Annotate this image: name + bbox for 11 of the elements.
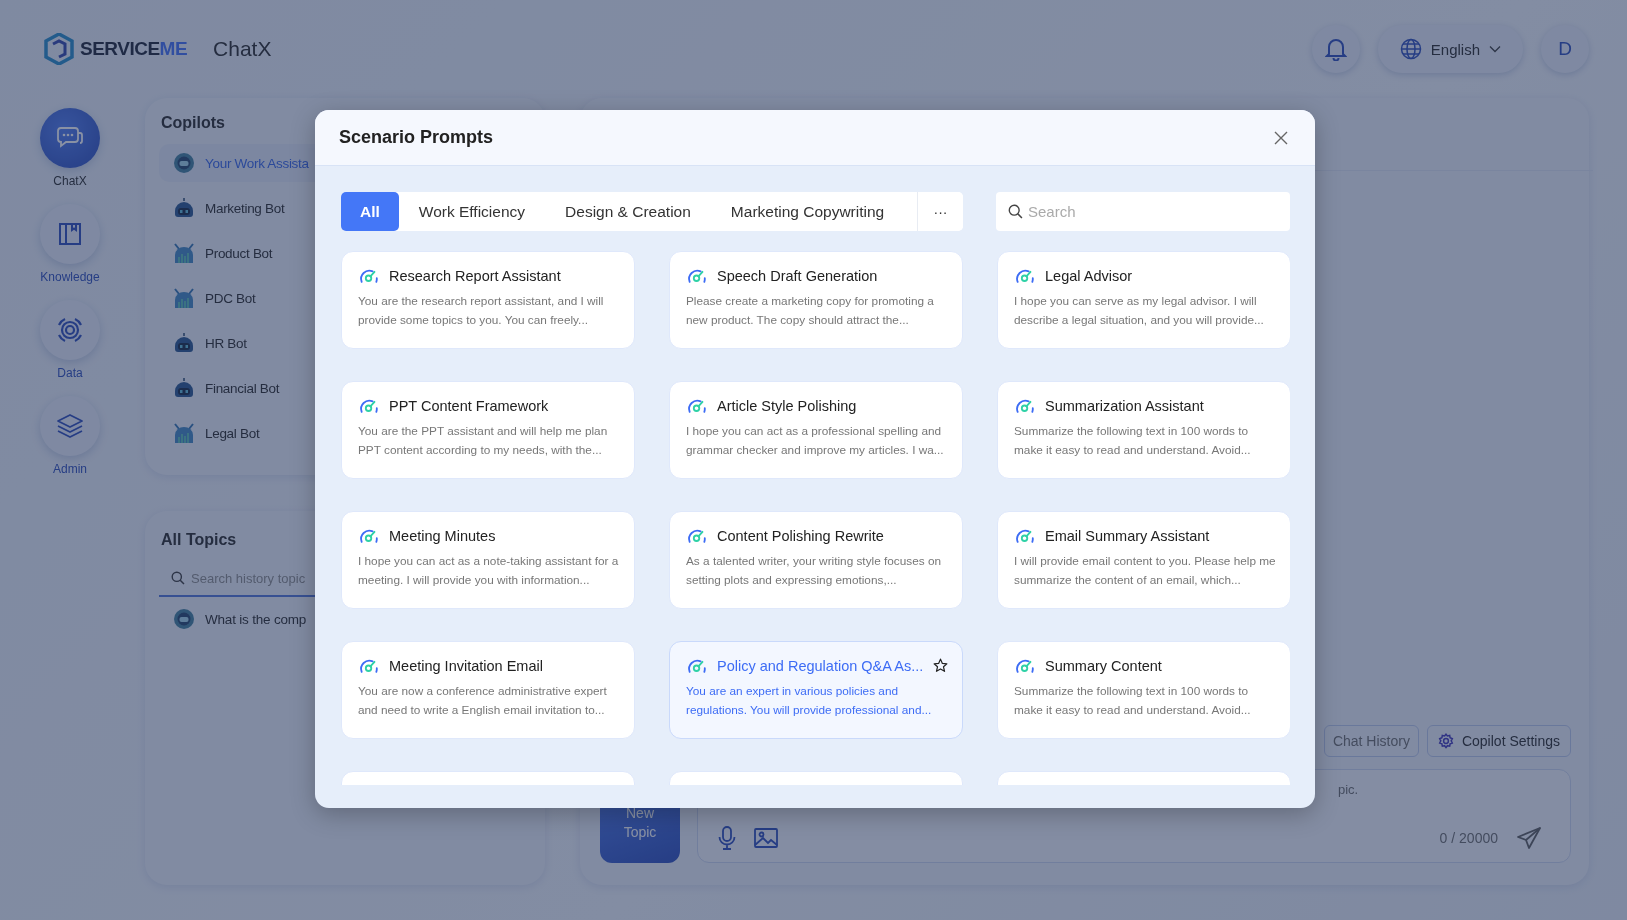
dialog-title: Scenario Prompts [339, 127, 495, 148]
nav-label: Admin [53, 462, 87, 476]
panel-title: Copilots [160, 114, 225, 132]
nav-label: Data [57, 366, 83, 380]
logo-text: SERVICE [80, 38, 160, 60]
app-title: ChatX [213, 37, 272, 61]
logo-text: ME [159, 38, 188, 60]
nav-label: Knowledge [40, 270, 100, 284]
character-counter: 0 / 20000 [1439, 830, 1498, 846]
nav-label: ChatX [53, 174, 87, 188]
panel-title: All Topics [160, 531, 237, 549]
